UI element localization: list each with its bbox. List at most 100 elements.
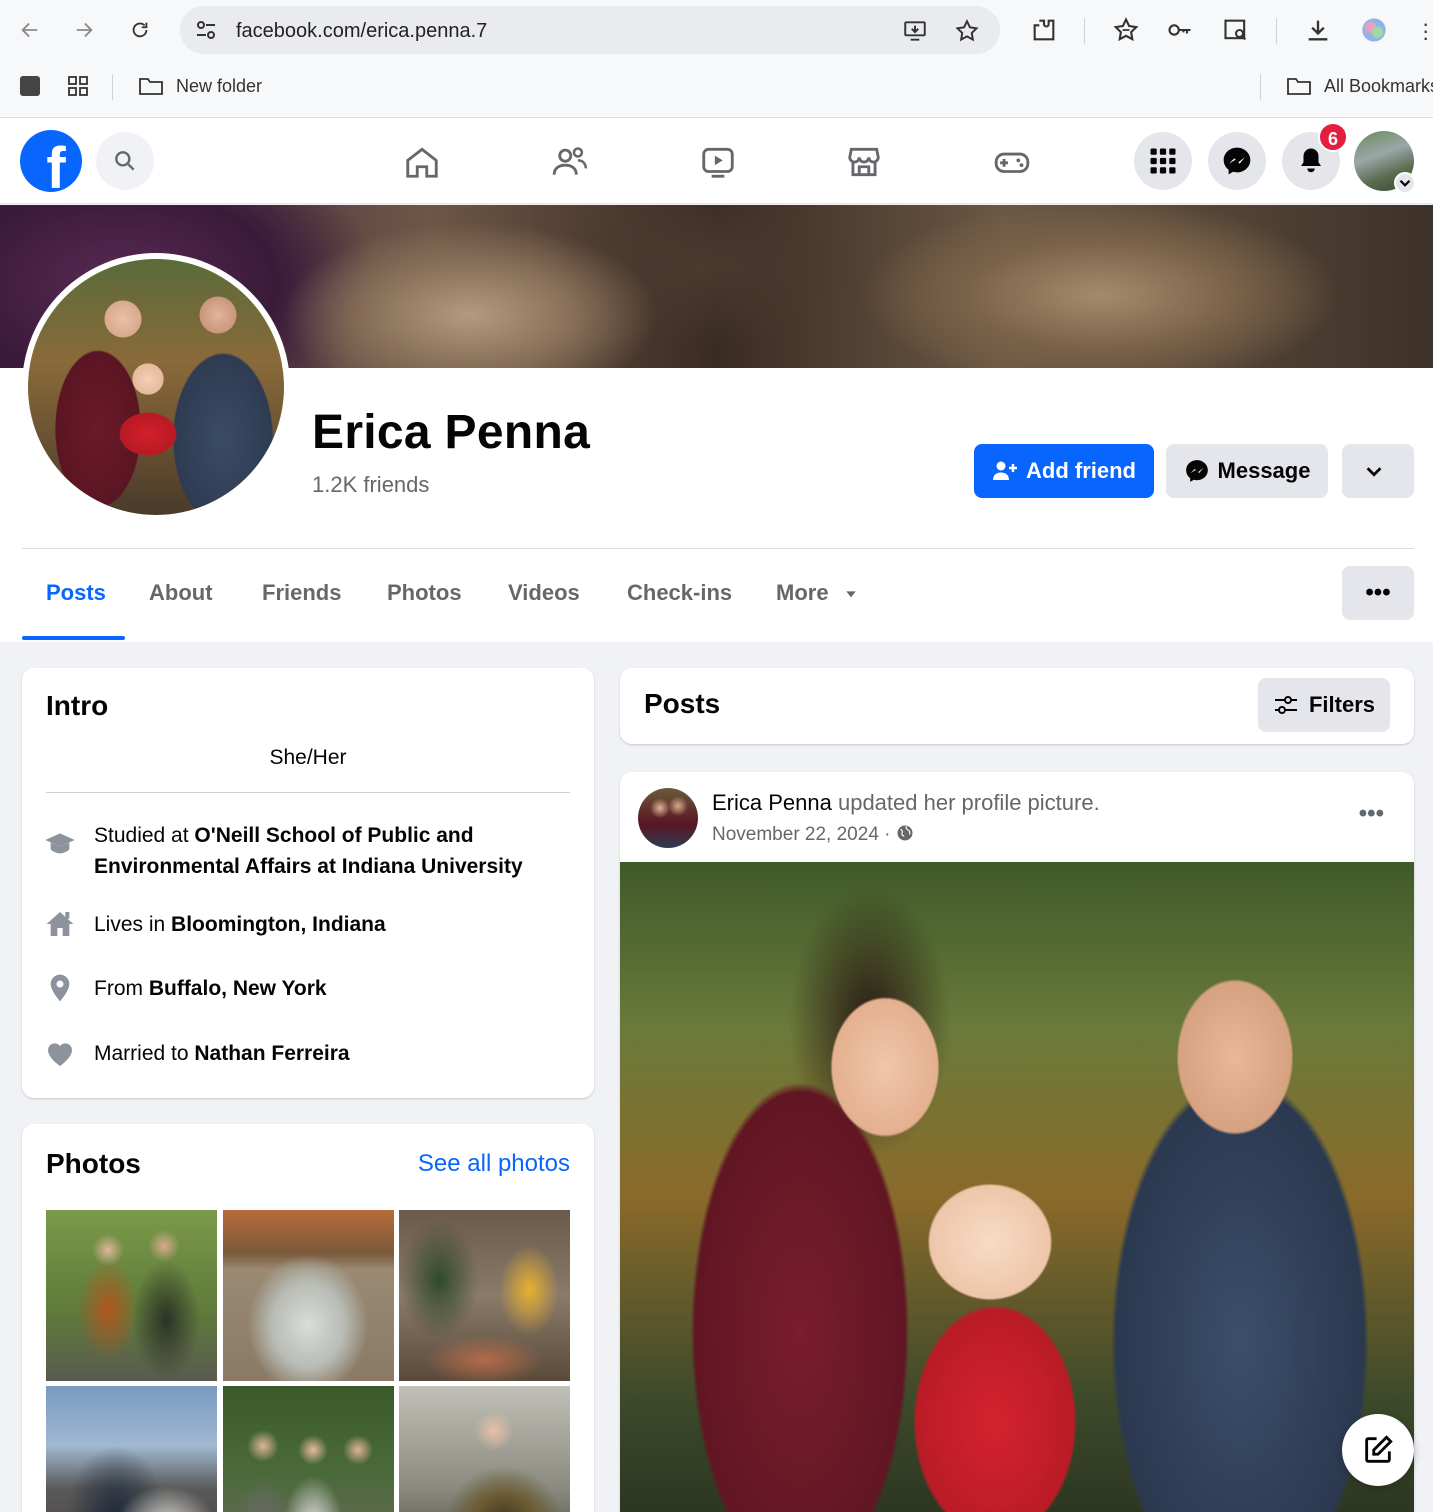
active-tab-indicator	[22, 636, 125, 640]
intro-lives-in: Lives in Bloomington, Indiana	[94, 909, 574, 940]
friends-icon	[552, 147, 588, 175]
intro-from: From Buffalo, New York	[94, 973, 574, 1004]
install-app-icon[interactable]	[902, 18, 928, 44]
tab-videos[interactable]: Videos	[508, 580, 580, 606]
intro-title: Intro	[46, 690, 109, 721]
post-author-avatar[interactable]	[638, 788, 698, 848]
photo-thumbnail[interactable]	[399, 1386, 570, 1512]
photo-thumbnail[interactable]	[223, 1386, 394, 1512]
menu-grid-icon	[1150, 148, 1176, 174]
photos-card: Photos See all photos	[22, 1124, 594, 1512]
add-person-icon	[993, 461, 1017, 480]
chevron-down-icon	[1399, 179, 1411, 187]
post-date-text: November 22, 2024 ·	[712, 824, 896, 845]
forward-button[interactable]	[68, 14, 100, 46]
reading-mode-icon[interactable]	[1222, 16, 1250, 44]
tab-about[interactable]: About	[149, 580, 213, 606]
profile-options-button[interactable]	[1342, 444, 1414, 498]
friends-count[interactable]: 1.2K friends	[312, 472, 429, 498]
photo-thumbnail[interactable]	[223, 1210, 394, 1381]
password-key-icon[interactable]	[1166, 16, 1194, 44]
all-bookmarks-link[interactable]: All Bookmarks	[1324, 76, 1433, 97]
intro-divider	[46, 792, 570, 793]
search-button[interactable]	[96, 132, 154, 190]
facebook-logo-letter: f	[46, 136, 66, 192]
menu-button[interactable]	[1134, 132, 1192, 190]
folder-icon	[1287, 78, 1311, 95]
intro-pronouns: She/Her	[269, 746, 347, 769]
profile-more-button[interactable]: •••	[1342, 566, 1414, 620]
bookmarks-bar: New folder All Bookmarks	[0, 62, 1433, 112]
post-image[interactable]	[620, 862, 1414, 1512]
add-friend-label: Add friend	[1026, 458, 1136, 483]
post-card: Erica Penna updated her profile picture.…	[620, 772, 1414, 1512]
filters-icon	[1274, 696, 1297, 714]
facebook-logo[interactable]: f	[20, 130, 82, 192]
bookmarks-star-icon[interactable]	[1112, 16, 1140, 44]
tab-more-label: More	[776, 580, 829, 605]
location-pin-icon	[50, 974, 70, 1002]
lives-prefix: Lives in	[94, 913, 172, 936]
notification-badge: 6	[1318, 122, 1348, 152]
post-author-link[interactable]: Erica Penna	[712, 790, 832, 815]
home-icon	[46, 912, 74, 936]
nav-marketplace[interactable]	[840, 138, 888, 186]
nav-friends[interactable]	[546, 138, 594, 186]
extensions-icon[interactable]	[1030, 16, 1058, 44]
gaming-icon	[994, 152, 1030, 173]
compose-icon	[1365, 1435, 1393, 1463]
profile-picture[interactable]	[22, 253, 290, 521]
marketplace-icon	[848, 147, 880, 177]
spouse-link[interactable]: Nathan Ferreira	[194, 1042, 349, 1065]
new-message-button[interactable]	[1342, 1414, 1414, 1486]
photo-thumbnail[interactable]	[46, 1386, 217, 1512]
lives-place-link[interactable]: Bloomington, Indiana	[171, 913, 386, 936]
messenger-icon	[1223, 147, 1251, 175]
add-friend-button[interactable]: Add friend	[974, 444, 1154, 498]
tab-posts[interactable]: Posts	[46, 580, 106, 606]
globe-icon	[897, 825, 913, 841]
post-date[interactable]: November 22, 2024 ·	[712, 824, 914, 846]
message-button[interactable]: Message	[1166, 444, 1328, 498]
nav-watch[interactable]	[694, 138, 742, 186]
browser-chrome: facebook.com/erica.penna.7 · · · New folde…	[0, 0, 1433, 118]
profile-tabs: Posts About Friends Photos Videos Check-…	[0, 550, 1433, 642]
bookmark-star-icon[interactable]	[954, 18, 980, 44]
intro-education: Studied at O'Neill School of Public and …	[94, 820, 574, 882]
download-icon[interactable]	[1304, 16, 1332, 44]
from-place-link[interactable]: Buffalo, New York	[149, 977, 327, 1000]
reload-icon	[132, 22, 148, 38]
search-icon	[115, 151, 135, 171]
site-settings-icon[interactable]	[194, 18, 218, 42]
tab-more[interactable]: More	[776, 580, 859, 606]
post-options-button[interactable]: •••	[1359, 800, 1384, 828]
bookmark-app-icon[interactable]	[20, 76, 40, 96]
photo-thumbnail[interactable]	[399, 1210, 570, 1381]
from-prefix: From	[94, 977, 149, 1000]
address-bar[interactable]: facebook.com/erica.penna.7	[180, 6, 1000, 54]
photo-thumbnail[interactable]	[46, 1210, 217, 1381]
tab-check-ins[interactable]: Check-ins	[627, 580, 732, 606]
apps-grid-icon[interactable]	[66, 74, 90, 98]
married-prefix: Married to	[94, 1042, 195, 1065]
bell-icon	[1301, 148, 1321, 173]
tab-photos[interactable]: Photos	[387, 580, 462, 606]
filters-label: Filters	[1308, 692, 1376, 717]
see-all-photos-link[interactable]: See all photos	[418, 1150, 570, 1178]
nav-home[interactable]	[398, 138, 446, 186]
bookmarks-separator	[1260, 74, 1261, 100]
messenger-button[interactable]	[1208, 132, 1266, 190]
facebook-top-nav: f	[0, 118, 1433, 270]
arrow-right-icon	[76, 22, 93, 38]
photos-title: Photos	[46, 1148, 141, 1179]
account-menu-chevron[interactable]	[1394, 172, 1416, 194]
reload-button[interactable]	[124, 14, 156, 46]
bookmark-new-folder[interactable]: New folder	[176, 76, 262, 97]
filters-button[interactable]: Filters	[1258, 678, 1390, 732]
profile-icon[interactable]	[1360, 16, 1388, 44]
tab-friends[interactable]: Friends	[262, 580, 341, 606]
back-button[interactable]	[14, 14, 46, 46]
profile-picture-image	[28, 259, 284, 515]
nav-gaming[interactable]	[988, 138, 1036, 186]
browser-menu-icon[interactable]: · · ·	[1422, 13, 1429, 49]
